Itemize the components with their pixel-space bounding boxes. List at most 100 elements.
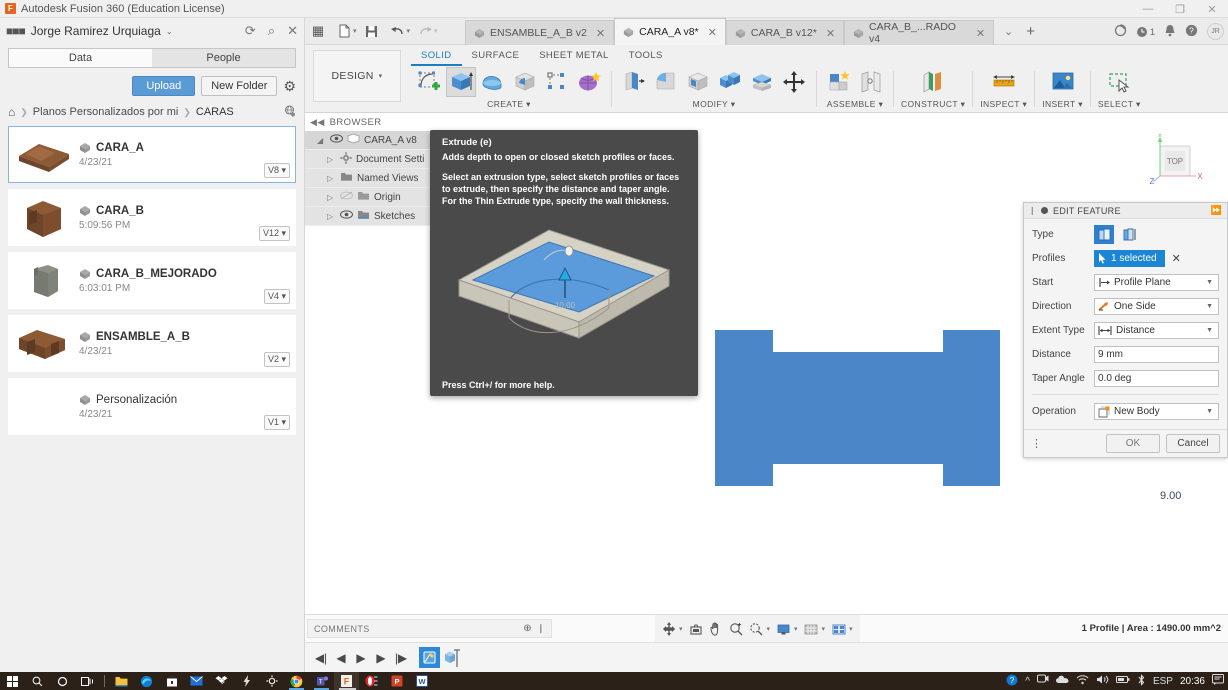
expand-triangle-icon[interactable]: ◢ <box>317 136 326 145</box>
clear-selection-icon[interactable]: ✕ <box>1172 252 1181 265</box>
ribbon-group-label[interactable]: CREATE ▾ <box>487 99 531 110</box>
comments-box[interactable]: COMMENTS ⊕ ❙ <box>307 619 552 638</box>
expand-comments-icon[interactable]: ❙ <box>537 623 545 634</box>
display-settings-icon[interactable] <box>774 619 793 639</box>
workspace-switcher-button[interactable]: DESIGN ▾ <box>313 50 401 102</box>
dialog-expand-icon[interactable]: ⏩ <box>1210 205 1222 216</box>
chevron-down-icon[interactable]: ▾ <box>679 625 683 633</box>
ribbon-group-label[interactable]: MODIFY ▾ <box>693 99 736 110</box>
browser-root-node[interactable]: ◢ CARA_A v8 <box>305 131 442 150</box>
list-item[interactable]: Personalización 4/23/21 V1 ▾ <box>8 378 296 435</box>
help-icon[interactable]: ? <box>1185 24 1198 40</box>
ribbon-group-label[interactable]: CONSTRUCT ▾ <box>901 99 965 110</box>
list-item[interactable]: CARA_A 4/23/21 V8 ▾ <box>8 126 296 183</box>
orbit-icon[interactable] <box>659 619 678 639</box>
direction-dropdown[interactable]: One Side ▼ <box>1094 298 1219 315</box>
battery-icon[interactable] <box>1115 675 1130 687</box>
new-folder-button[interactable]: New Folder <box>201 76 278 96</box>
fillet-button[interactable] <box>651 67 681 97</box>
dimension-label[interactable]: 9.00 <box>1160 490 1181 502</box>
add-comment-icon[interactable]: ⊕ <box>523 623 532 634</box>
chevron-down-icon[interactable]: ▼ <box>1206 303 1215 310</box>
close-icon[interactable]: ✕ <box>596 27 605 40</box>
chrome-icon[interactable] <box>284 672 309 690</box>
tab-solid[interactable]: SOLID <box>411 48 462 66</box>
construct-plane-button[interactable] <box>918 67 948 97</box>
chevron-down-icon-redo[interactable]: ▾ <box>434 27 438 35</box>
list-item[interactable]: CARA_B_MEJORADO 6:03:01 PM V4 ▾ <box>8 252 296 309</box>
search-icon[interactable]: ⌕ <box>268 23 275 39</box>
zoom-icon[interactable] <box>727 619 746 639</box>
list-item[interactable]: ENSAMBLE_A_B 4/23/21 V2 ▾ <box>8 315 296 372</box>
document-tab[interactable]: CARA_B v12* ✕ <box>725 20 845 45</box>
upload-button[interactable]: Upload <box>132 76 196 96</box>
fusion360-icon[interactable]: F <box>334 672 359 690</box>
volume-icon[interactable] <box>1096 674 1109 688</box>
dialog-grip-icon[interactable]: ❙ <box>1029 206 1036 215</box>
ribbon-group-label[interactable]: INSERT ▾ <box>1042 99 1083 110</box>
user-name-label[interactable]: Jorge Ramirez Urquiaga <box>31 24 161 38</box>
globe-icon[interactable] <box>284 105 296 120</box>
collapse-icon[interactable]: ◀◀ <box>310 117 325 128</box>
document-tab[interactable]: ENSAMBLE_A_B v2 ✕ <box>465 20 615 45</box>
close-icon[interactable]: ✕ <box>708 26 717 39</box>
document-tab[interactable]: CARA_B_...RADO v4 ✕ <box>844 20 995 45</box>
start-icon[interactable] <box>0 672 25 690</box>
expand-triangle-icon[interactable]: ▷ <box>327 193 336 202</box>
ribbon-group-label[interactable]: INSPECT ▾ <box>980 99 1027 110</box>
expand-triangle-icon[interactable]: ▷ <box>327 174 336 183</box>
measure-button[interactable] <box>989 67 1019 97</box>
split-body-button[interactable] <box>747 67 777 97</box>
list-item[interactable]: CARA_B 5:09:56 PM V12 ▾ <box>8 189 296 246</box>
expand-triangle-icon[interactable]: ▷ <box>327 212 336 221</box>
chevron-down-icon-grid[interactable]: ▾ <box>822 625 826 633</box>
help-tray-icon[interactable]: ? <box>1006 674 1018 689</box>
expand-triangle-icon[interactable]: ▷ <box>327 155 336 164</box>
move-copy-button[interactable] <box>779 67 809 97</box>
tab-surface[interactable]: SURFACE <box>462 48 530 66</box>
timeline-last-button[interactable]: |▶ <box>391 644 411 672</box>
extrude-button[interactable] <box>446 67 476 97</box>
minimize-button[interactable]: — <box>1132 0 1164 18</box>
ribbon-group-label[interactable]: SELECT ▾ <box>1098 99 1141 110</box>
version-badge[interactable]: V1 ▾ <box>263 415 290 430</box>
insert-image-button[interactable] <box>1048 67 1078 97</box>
browser-node-sketches[interactable]: ▷ Sketches <box>305 207 442 226</box>
revolve-button[interactable] <box>478 67 508 97</box>
search-icon[interactable] <box>25 672 50 690</box>
extrude-type-thin-button[interactable] <box>1119 225 1139 244</box>
viewports-icon[interactable] <box>829 619 848 639</box>
create-sketch-button[interactable] <box>414 67 444 97</box>
browser-node-document-settings[interactable]: ▷ Document Setti <box>305 150 442 169</box>
onedrive-icon[interactable] <box>1055 675 1069 687</box>
document-tab-active[interactable]: CARA_A v8* ✕ <box>614 18 726 45</box>
ok-button[interactable]: OK <box>1106 434 1160 453</box>
app-grid-icon[interactable]: ▦ <box>305 18 331 45</box>
distance-input[interactable]: 9 mm <box>1094 346 1219 363</box>
task-view-icon[interactable] <box>75 672 100 690</box>
taper-angle-input[interactable]: 0.0 deg <box>1094 370 1219 387</box>
operation-dropdown[interactable]: New Body ▼ <box>1094 403 1219 420</box>
more-options-icon[interactable]: ⋮ <box>1031 437 1042 450</box>
fit-icon[interactable] <box>747 619 766 639</box>
notification-jobs-icon[interactable]: 1 <box>1136 26 1155 38</box>
close-icon[interactable]: ✕ <box>976 27 985 40</box>
browser-node-named-views[interactable]: ▷ Named Views <box>305 169 442 188</box>
chevron-down-icon[interactable]: ⌄ <box>166 27 173 36</box>
tab-data[interactable]: Data <box>8 48 152 68</box>
save-icon[interactable] <box>359 18 385 45</box>
tab-overflow-icon[interactable]: ⌄ <box>998 25 1019 38</box>
view-cube[interactable]: TOP Y X Z <box>1146 134 1206 194</box>
tab-sheet-metal[interactable]: SHEET METAL <box>529 48 619 66</box>
home-icon[interactable]: ⌂ <box>8 105 15 119</box>
chevron-down-icon[interactable]: ▾ <box>353 27 357 35</box>
tab-tools[interactable]: TOOLS <box>619 48 673 66</box>
bluetooth-icon[interactable] <box>1137 673 1146 689</box>
edge-icon[interactable] <box>134 672 159 690</box>
chevron-up-icon[interactable]: ^ <box>1025 676 1030 687</box>
chevron-down-icon[interactable]: ▼ <box>1206 279 1215 286</box>
version-badge[interactable]: V4 ▾ <box>263 289 290 304</box>
version-badge[interactable]: V12 ▾ <box>258 226 290 241</box>
eye-hidden-icon[interactable] <box>340 191 353 203</box>
joint-button[interactable] <box>856 67 886 97</box>
